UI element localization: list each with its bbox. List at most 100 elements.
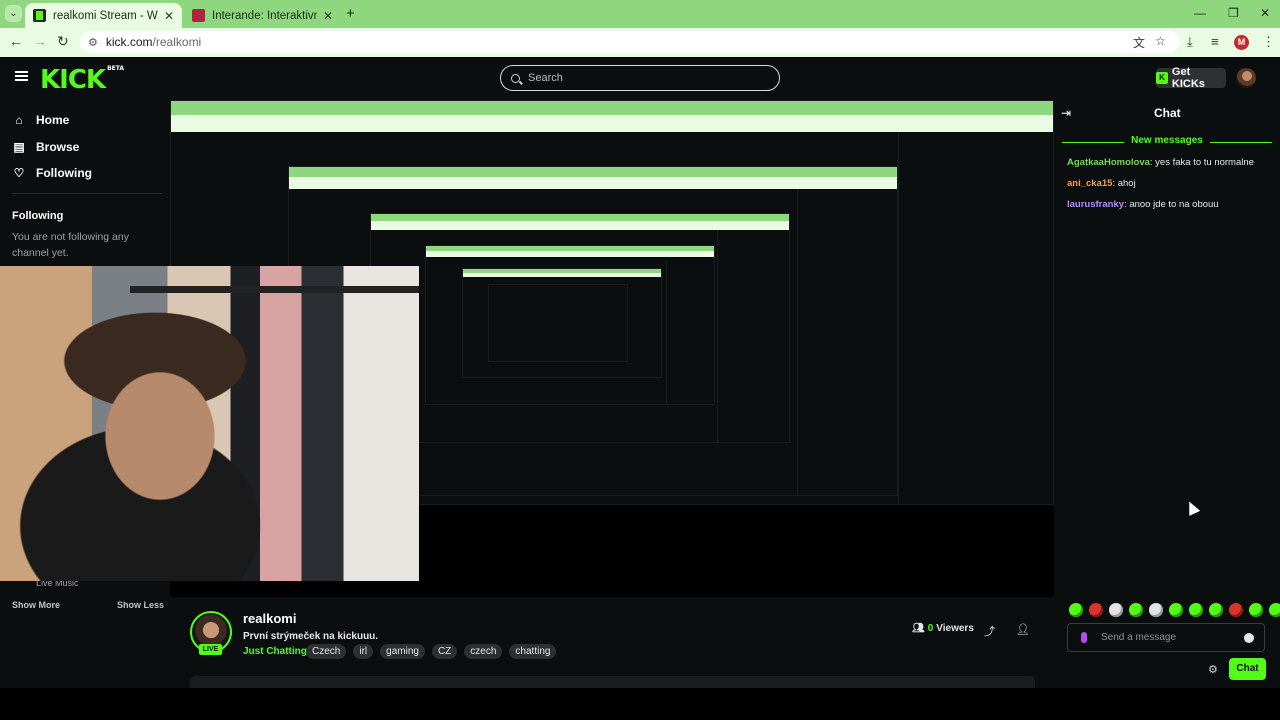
tab-close-icon[interactable]: ✕ [323, 9, 333, 23]
translate-icon[interactable]: 文 [1133, 34, 1145, 51]
sidebar-item-following[interactable]: ♡ Following [12, 166, 92, 180]
chat-input-placeholder: Send a message [1101, 632, 1177, 643]
emote-icon[interactable] [1189, 603, 1203, 617]
collapse-chat-icon[interactable]: ⇥ [1061, 106, 1071, 120]
search-input[interactable]: Search [500, 65, 780, 91]
chat-settings-gear-icon[interactable]: ⚙ [1208, 663, 1218, 676]
chat-message-input[interactable]: Send a message [1067, 623, 1265, 652]
browse-icon: ▤ [13, 140, 25, 154]
reload-icon[interactable]: ↻ [57, 33, 69, 50]
emote-icon[interactable] [1149, 603, 1163, 617]
viewers-icon: 👥︎ [912, 623, 925, 634]
following-heading: Following [12, 210, 64, 222]
url-host: kick.com [105, 35, 153, 49]
stream-tag[interactable]: gaming [380, 644, 425, 659]
stream-category[interactable]: Just Chatting [243, 646, 307, 657]
profile-avatar[interactable]: M [1234, 35, 1249, 50]
tab-interande[interactable]: Interande: Interaktivní film, co ✕ [184, 3, 341, 28]
sidebar-item-home[interactable]: ⌂ Home [12, 113, 69, 127]
forward-icon[interactable]: → [33, 33, 47, 49]
show-less-button[interactable]: Show Less [117, 600, 164, 610]
mouse-cursor-icon [1183, 499, 1201, 516]
tab-close-icon[interactable]: ✕ [164, 9, 174, 23]
chat-title: Chat [1154, 106, 1181, 120]
download-icon[interactable]: ⤓ [1187, 34, 1193, 50]
user-avatar[interactable] [1236, 68, 1256, 88]
sidebar-item-browse[interactable]: ▤ Browse [12, 140, 79, 154]
viewer-label: Viewers [936, 623, 974, 634]
address-bar[interactable]: ⚙ kick.com/realkomi [80, 31, 1180, 53]
home-icon: ⌂ [15, 113, 23, 127]
chat-message: AgatkaaHomolova: yes faka to tu normalne [1067, 157, 1254, 168]
stream-tag[interactable]: Czech [306, 644, 347, 659]
emote-icon[interactable] [1069, 603, 1083, 617]
send-chat-button[interactable]: Chat [1229, 658, 1266, 680]
kick-coin-icon: K [1156, 72, 1168, 84]
menu-icon[interactable] [15, 71, 28, 81]
stream-tag[interactable]: irl [353, 644, 374, 659]
follow-user-icon[interactable]: 👤︎ [1016, 623, 1030, 636]
live-badge: LIVE [199, 644, 222, 655]
get-kicks-button[interactable]: K Get KICKs [1156, 66, 1226, 90]
capture-frame-6 [488, 284, 628, 362]
sidebar-item-label: Home [36, 113, 70, 127]
emote-icon[interactable] [1129, 603, 1143, 617]
chat-text: yes faka to tu normalne [1155, 157, 1254, 168]
new-messages-divider[interactable]: New messages [1062, 135, 1272, 149]
show-more-button[interactable]: Show More [12, 600, 60, 610]
browser-toolbar: ← → ↻ ⚙ kick.com/realkomi 文 ☆ ⤓ ≡ ⋮ [0, 28, 1280, 57]
microphone-icon[interactable] [1081, 632, 1087, 643]
restore-icon[interactable]: ❐ [1228, 6, 1239, 20]
sidebar-divider [12, 193, 162, 194]
emote-icon[interactable] [1269, 603, 1280, 617]
emote-icon[interactable] [1229, 603, 1243, 617]
new-messages-label: New messages [1131, 135, 1203, 146]
stream-tag[interactable]: CZ [431, 644, 458, 659]
stream-tag[interactable]: chatting [509, 644, 557, 659]
stream-tags: Czech irl gaming CZ czech chatting [306, 644, 557, 659]
site-header: KICK BETA Search [0, 57, 1280, 100]
back-icon[interactable]: ← [9, 33, 23, 49]
chat-username[interactable]: AgatkaaHomolova [1067, 157, 1150, 168]
logo-text: KICK [40, 65, 106, 95]
tab-realkomi[interactable]: realkomi Stream - Watch Live o ✕ [25, 3, 182, 28]
emote-icon[interactable] [1109, 603, 1123, 617]
browser-tabstrip: ⌄ realkomi Stream - Watch Live o ✕ Inter… [0, 0, 1280, 28]
viewer-count: 👥︎ 0 Viewers [912, 623, 974, 634]
chat-message: laurusfranky: anoo jde to na obouu [1067, 199, 1219, 210]
stream-title: První strýmeček na kickuuu. [243, 631, 379, 642]
tab-title: realkomi Stream - Watch Live o [53, 9, 158, 22]
about-panel-edge [190, 676, 1035, 688]
stream-tag[interactable]: czech [464, 644, 503, 659]
media-control-icon[interactable]: ≡ [1211, 34, 1219, 49]
search-placeholder: Search [528, 72, 563, 84]
share-icon[interactable]: ⤴ [984, 623, 995, 639]
viewer-number: 0 [927, 623, 934, 634]
chat-username[interactable]: ani_cka15 [1067, 178, 1112, 189]
emoji-picker-icon[interactable] [1244, 632, 1254, 643]
sidebar-item-label: Browse [36, 140, 80, 154]
emote-icon[interactable] [1089, 603, 1103, 617]
following-empty-text: You are not following any channel yet. [12, 231, 129, 259]
streamer-name[interactable]: realkomi [243, 611, 296, 626]
kick-logo[interactable]: KICK BETA [40, 65, 124, 95]
emote-icon[interactable] [1209, 603, 1223, 617]
chat-message: ani_cka15: ahoj [1067, 178, 1136, 189]
heart-icon: ♡ [13, 166, 25, 180]
clothes-rail [130, 286, 419, 293]
emote-icon[interactable] [1249, 603, 1263, 617]
site-info-icon[interactable]: ⚙ [88, 36, 98, 49]
url-path: /realkomi [152, 35, 202, 49]
chat-text: anoo jde to na obouu [1129, 199, 1219, 210]
emote-icon[interactable] [1169, 603, 1183, 617]
minimize-icon[interactable]: — [1194, 6, 1206, 20]
close-window-icon[interactable]: ✕ [1260, 6, 1270, 20]
beta-badge: BETA [107, 65, 125, 72]
chat-username[interactable]: laurusfranky [1067, 199, 1124, 210]
emote-bar [1069, 603, 1280, 617]
bookmark-star-icon[interactable]: ☆ [1155, 34, 1166, 48]
tab-search-icon[interactable]: ⌄ [5, 5, 22, 22]
chat-text: ahoj [1117, 178, 1136, 189]
new-tab-icon[interactable]: + [346, 5, 355, 22]
browser-menu-icon[interactable]: ⋮ [1262, 34, 1275, 50]
